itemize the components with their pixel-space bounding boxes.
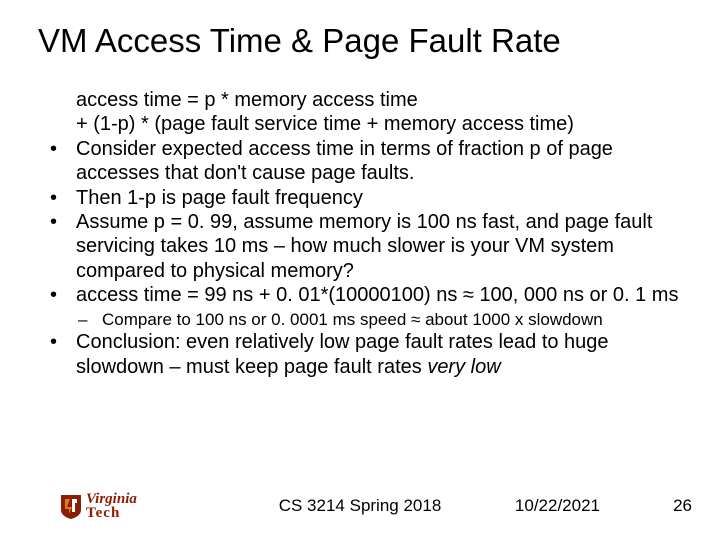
bullet-list: Consider expected access time in terms o… (32, 137, 688, 308)
bullet-text: Consider expected access time in terms o… (76, 138, 613, 184)
footer: Virginia Tech CS 3214 Spring 2018 10/22/… (0, 472, 720, 522)
slide-title: VM Access Time & Page Fault Rate (38, 22, 688, 60)
sub-bullet-list: Compare to 100 ns or 0. 0001 ms speed ≈ … (32, 310, 688, 331)
slide: VM Access Time & Page Fault Rate access … (0, 0, 720, 540)
slide-content: access time = p * memory access time + (… (32, 88, 688, 379)
bullet-text: Assume p = 0. 99, assume memory is 100 n… (76, 211, 652, 282)
bullet-text: Then 1-p is page fault frequency (76, 187, 363, 209)
bullet-text: Conclusion: even relatively low page fau… (76, 331, 609, 377)
bullet-text: access time = 99 ns + 0. 01*(10000100) n… (76, 284, 678, 306)
bullet-item: access time = 99 ns + 0. 01*(10000100) n… (32, 283, 688, 307)
footer-course: CS 3214 Spring 2018 (279, 496, 442, 516)
sub-bullet-text: Compare to 100 ns or 0. 0001 ms speed ≈ … (102, 310, 603, 329)
bullet-item: Assume p = 0. 99, assume memory is 100 n… (32, 210, 688, 283)
logo-line-2: Tech (86, 507, 137, 521)
logo-text: Virginia Tech (86, 493, 137, 520)
page-number: 26 (673, 496, 692, 516)
bullet-text-italic: very low (427, 356, 500, 378)
formula-line-1: access time = p * memory access time (76, 88, 688, 112)
formula-block: access time = p * memory access time + (… (76, 88, 688, 137)
formula-line-2: + (1-p) * (page fault service time + mem… (76, 112, 688, 136)
bullet-item: Then 1-p is page fault frequency (32, 186, 688, 210)
bullet-list-2: Conclusion: even relatively low page fau… (32, 330, 688, 379)
sub-bullet-item: Compare to 100 ns or 0. 0001 ms speed ≈ … (32, 310, 688, 331)
footer-date: 10/22/2021 (515, 496, 600, 516)
bullet-item: Conclusion: even relatively low page fau… (32, 330, 688, 379)
shield-icon (60, 494, 82, 520)
bullet-item: Consider expected access time in terms o… (32, 137, 688, 186)
vt-logo: Virginia Tech (60, 493, 137, 520)
